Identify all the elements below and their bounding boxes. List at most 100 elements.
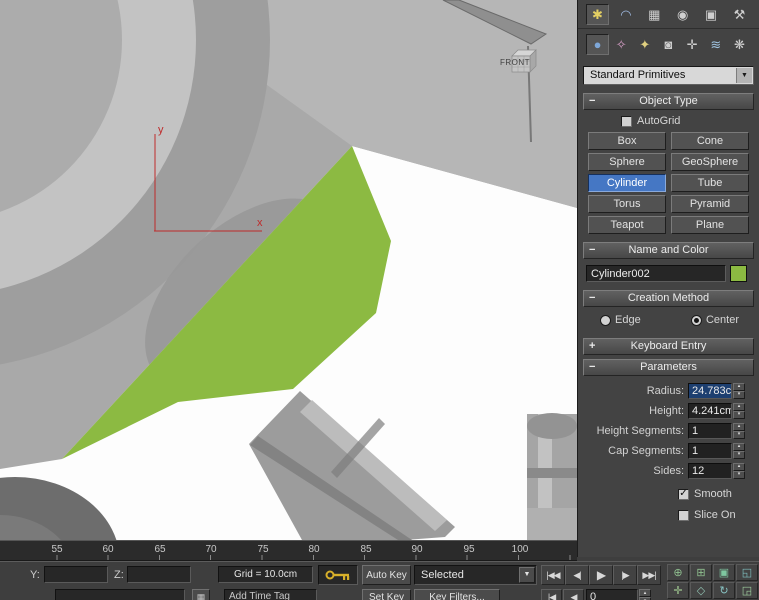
spinner-up-icon[interactable]: ▴ [733, 382, 745, 391]
z-coordinate-label: Z: [114, 569, 124, 581]
height-segments-row: Height Segments: 1 ▴ ▾ [578, 422, 745, 439]
display-icon: ▣ [704, 6, 718, 22]
slice-on-checkbox[interactable] [678, 509, 689, 521]
zoom-extents-icon[interactable]: ▣ [713, 564, 735, 581]
modify-icon: ◠ [620, 6, 632, 22]
spinner-down-icon[interactable]: ▾ [733, 390, 745, 399]
collapse-icon: − [589, 361, 596, 373]
cap-segments-input[interactable]: 1 [688, 442, 732, 459]
plane-button[interactable]: Plane [671, 216, 749, 234]
center-radio[interactable] [690, 314, 702, 326]
autogrid-row: AutoGrid [621, 115, 759, 127]
category-space-warps[interactable]: ≋ [704, 34, 727, 55]
height-segments-label: Height Segments: [596, 424, 684, 437]
sphere-button[interactable]: Sphere [588, 153, 666, 171]
spinner-up-icon[interactable]: ▴ [733, 402, 745, 411]
maximize-viewport-icon[interactable]: ◲ [736, 582, 758, 599]
edge-option[interactable]: Edge [600, 314, 641, 326]
next-frame-button[interactable]: |▶ [613, 565, 637, 585]
object-name-input[interactable]: Cylinder002 [586, 265, 726, 282]
current-frame-field[interactable]: 0 [586, 589, 638, 600]
tube-button[interactable]: Tube [671, 174, 749, 192]
height-row: Height: 4.241cm ▴ ▾ [578, 402, 745, 419]
frame-tick: 60 [102, 544, 114, 555]
pyramid-button[interactable]: Pyramid [671, 195, 749, 213]
geosphere-button[interactable]: GeoSphere [671, 153, 749, 171]
tab-hierarchy[interactable]: ▦ [643, 4, 666, 25]
radius-input[interactable]: 24.783cm [688, 382, 732, 399]
geometry-icon: ● [593, 37, 602, 52]
rollout-name-and-color[interactable]: − Name and Color [583, 242, 754, 259]
tab-motion[interactable]: ◉ [671, 4, 694, 25]
category-shapes[interactable]: ✧ [610, 34, 633, 55]
pan-icon[interactable]: ✛ [667, 582, 689, 599]
rollout-creation-method[interactable]: − Creation Method [583, 290, 754, 307]
frame-tick: 55 [51, 544, 63, 555]
set-key-mode-button[interactable] [318, 565, 358, 585]
go-to-start-button[interactable]: |◀◀ [541, 565, 565, 585]
sides-input[interactable]: 12 [688, 462, 732, 479]
previous-frame-button[interactable]: ◀| [565, 565, 589, 585]
cone-button[interactable]: Cone [671, 132, 749, 150]
z-coordinate-field[interactable] [127, 566, 191, 583]
torus-button[interactable]: Torus [588, 195, 666, 213]
cylinder-button[interactable]: Cylinder [588, 174, 666, 192]
mini-curve-editor-button[interactable]: ▦ [192, 589, 210, 600]
key-filters-button[interactable]: Key Filters... [414, 589, 500, 600]
spinner-up-icon[interactable]: ▴ [733, 422, 745, 431]
box-button[interactable]: Box [588, 132, 666, 150]
viewport-navigation-controls: ⊕ ⊞ ▣ ◱ ✛ ◇ ↻ ◲ [667, 564, 758, 599]
auto-key-button[interactable]: Auto Key [362, 565, 411, 585]
shapes-icon: ✧ [615, 36, 627, 52]
edge-radio[interactable] [600, 314, 611, 326]
cap-segments-label: Cap Segments: [608, 444, 684, 457]
spinner-up-icon[interactable]: ▴ [639, 589, 651, 597]
spinner-down-icon[interactable]: ▾ [733, 470, 745, 479]
autogrid-checkbox[interactable] [621, 115, 632, 127]
set-key-button[interactable]: Set Key [362, 589, 411, 600]
spinner-down-icon[interactable]: ▾ [733, 450, 745, 459]
category-cameras[interactable]: ◙ [657, 34, 680, 55]
key-icon [325, 570, 350, 580]
category-geometry[interactable]: ● [586, 34, 609, 55]
category-lights[interactable]: ✦ [633, 34, 656, 55]
primitive-category-dropdown[interactable]: Standard Primitives ▼ [583, 66, 754, 85]
rollout-keyboard-entry[interactable]: + Keyboard Entry [583, 338, 754, 355]
chevron-down-icon[interactable]: ▼ [519, 567, 535, 583]
tab-create[interactable]: ✱ [586, 4, 609, 25]
spinner-down-icon[interactable]: ▾ [733, 410, 745, 419]
teapot-button[interactable]: Teapot [588, 216, 666, 234]
height-segments-input[interactable]: 1 [688, 422, 732, 439]
frame-tick: 80 [308, 544, 320, 555]
category-helpers[interactable]: ✛ [681, 34, 704, 55]
tab-display[interactable]: ▣ [700, 4, 723, 25]
zoom-icon[interactable]: ⊕ [667, 564, 689, 581]
track-bar[interactable]: 55 60 65 70 75 80 85 90 95 100 [0, 540, 577, 561]
tab-utilities[interactable]: ⚒ [728, 4, 751, 25]
spinner-up-icon[interactable]: ▴ [733, 462, 745, 471]
go-to-end-button[interactable]: ▶▶| [637, 565, 661, 585]
play-button[interactable]: ▶ [589, 565, 613, 585]
tab-modify[interactable]: ◠ [614, 4, 637, 25]
smooth-checkbox[interactable]: ✓ [678, 488, 689, 500]
viewport-canvas: FRONT y x [0, 0, 577, 600]
front-viewport[interactable]: FRONT y x [0, 0, 577, 600]
rollout-parameters[interactable]: − Parameters [583, 359, 754, 376]
category-systems[interactable]: ❋ [728, 34, 751, 55]
rollout-object-type[interactable]: − Object Type [583, 93, 754, 110]
key-mode-toggle[interactable]: ◀ [563, 589, 584, 600]
object-color-swatch[interactable] [730, 265, 747, 282]
y-coordinate-field[interactable] [44, 566, 108, 583]
spinner-up-icon[interactable]: ▴ [733, 442, 745, 451]
zoom-all-icon[interactable]: ⊞ [690, 564, 712, 581]
spinner-down-icon[interactable]: ▾ [733, 430, 745, 439]
orbit-icon[interactable]: ↻ [713, 582, 735, 599]
previous-key-button[interactable]: |◀ [541, 589, 562, 600]
field-of-view-icon[interactable]: ◇ [690, 582, 712, 599]
center-option[interactable]: Center [690, 314, 739, 326]
add-time-tag[interactable]: Add Time Tag [224, 589, 317, 600]
chevron-down-icon[interactable]: ▼ [736, 68, 752, 83]
selection-set-dropdown[interactable]: Selected ▼ [414, 565, 537, 585]
zoom-region-icon[interactable]: ◱ [736, 564, 758, 581]
height-input[interactable]: 4.241cm [688, 402, 732, 419]
